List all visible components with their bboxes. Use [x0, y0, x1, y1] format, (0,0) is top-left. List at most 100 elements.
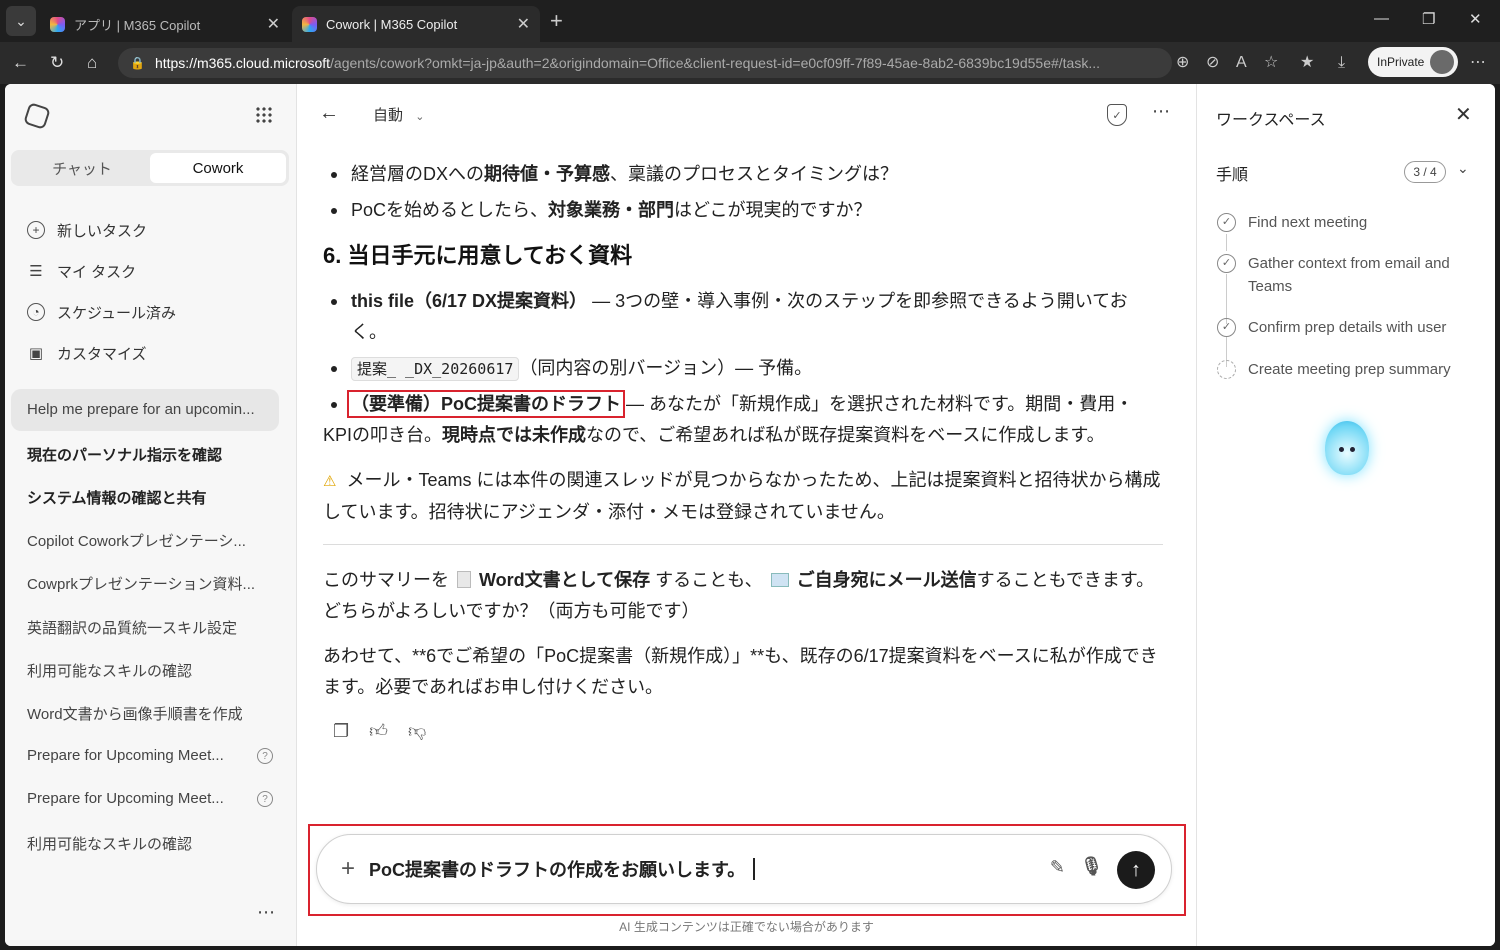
step-label: Gather context from email and Teams — [1248, 255, 1450, 295]
history-item[interactable]: Word文書から画像手順書を作成 — [27, 703, 277, 724]
back-icon[interactable]: ← — [12, 53, 29, 73]
step-item: ✓ Confirm prep details with user — [1217, 316, 1477, 339]
history-item[interactable]: Prepare for Upcoming Meet... ? — [27, 747, 277, 764]
divider — [323, 544, 1163, 545]
steps-heading: 手順 — [1216, 167, 1249, 184]
tab-apps[interactable]: アプリ | M365 Copilot ✕ — [40, 6, 290, 42]
send-email-link[interactable]: ご自身宛にメール送信 — [797, 570, 977, 590]
mascot-eye — [1350, 447, 1355, 452]
shield-check-icon[interactable]: ✓ — [1107, 104, 1127, 126]
thumbs-up-icon[interactable]: 👍︎ — [369, 716, 388, 747]
sidebar-item-label: スケジュール済み — [57, 304, 176, 322]
text: （同内容の別バージョン）— 予備。 — [519, 358, 813, 378]
word-document-icon — [457, 571, 471, 588]
refresh-icon[interactable]: ↻ — [50, 53, 64, 73]
close-tab-icon[interactable]: ✕ — [517, 14, 530, 34]
tracking-prevention-icon[interactable]: ⊘ — [1206, 53, 1219, 73]
list-item: PoCを始めるとしたら、対象業務・部門はどこが現実的ですか？ — [323, 195, 1143, 226]
check-circle-icon: ✓ — [1217, 213, 1236, 232]
highlighted-draft-item: （要準備）PoC提案書のドラフト — [347, 390, 625, 418]
copy-icon[interactable]: ❐ — [333, 716, 349, 747]
rewrite-pen-icon[interactable]: ✎ — [1050, 857, 1065, 878]
warning-text: メール・Teams には本件の関連スレッドが見つからなかったため、上記は提案資料… — [323, 470, 1161, 522]
history-item[interactable]: Copilot Coworkプレゼンテーシ... — [27, 530, 277, 551]
chevron-down-icon[interactable]: ⌄ — [1457, 160, 1469, 177]
favorite-star-icon[interactable]: ☆ — [1264, 53, 1278, 73]
bullet-icon — [331, 299, 337, 305]
list-item: 経営層のDXへの期待値・予算感、稟議のプロセスとタイミングは？ — [323, 159, 1143, 190]
text: PoCを始めるとしたら、 — [351, 200, 549, 220]
thumbs-down-icon[interactable]: 👎︎ — [408, 716, 426, 747]
step-item: Create meeting prep summary — [1217, 358, 1477, 381]
tab-chat[interactable]: チャット — [14, 153, 150, 183]
history-item[interactable]: Help me prepare for an upcomin... — [11, 389, 279, 431]
sidebar-item-label: マイ タスク — [57, 263, 137, 281]
sidebar-item-label: カスタマイズ — [57, 345, 147, 363]
add-attachment-icon[interactable]: + — [341, 855, 355, 883]
text: はどこが現実的ですか？ — [674, 200, 872, 220]
back-arrow-icon[interactable]: ← — [319, 102, 339, 125]
sidebar-item-my-tasks[interactable]: ☰ マイ タスク — [27, 260, 136, 282]
chevron-down-icon: ⌄ — [415, 111, 425, 123]
restore-icon[interactable]: ❐ — [1422, 10, 1435, 28]
text: 経営層のDXへの — [351, 164, 485, 184]
mode-dropdown[interactable]: 自動 ⌄ — [373, 104, 424, 125]
step-label: Create meeting prep summary — [1248, 361, 1451, 378]
check-circle-icon: ✓ — [1217, 254, 1236, 273]
history-item[interactable]: 利用可能なスキルの確認 — [27, 833, 277, 854]
avatar — [1430, 50, 1454, 74]
history-item[interactable]: Cowprkプレゼンテーション資料... — [27, 573, 277, 594]
close-tab-icon[interactable]: ✕ — [267, 14, 280, 34]
copilot-logo-icon[interactable] — [23, 102, 51, 130]
downloads-icon[interactable]: ⤓ — [1338, 53, 1345, 73]
sidebar-item-customize[interactable]: ▣ カスタマイズ — [27, 342, 147, 364]
tab-cowork[interactable]: Cowork | M365 Copilot ✕ — [292, 6, 540, 42]
warning-icon: ⚠ — [323, 473, 337, 490]
new-tab-icon[interactable]: + — [550, 9, 563, 33]
settings-more-icon[interactable]: ⋯ — [1470, 53, 1486, 73]
app-launcher-icon[interactable] — [255, 106, 273, 124]
step-item: ✓ Find next meeting — [1217, 211, 1477, 234]
sidebar-item-scheduled[interactable]: ◔ スケジュール済み — [27, 301, 176, 323]
text: 、稟議のプロセスとタイミングは？ — [610, 164, 899, 184]
microphone-icon[interactable]: 🎙︎ — [1080, 856, 1103, 877]
file-link[interactable]: this file（6/17 DX提案資料） — [351, 291, 587, 311]
chat-main: ← 自動 ⌄ ✓ ⋯ 経営層のDXへの期待値・予算感、稟議のプロセスとタイミング… — [297, 84, 1196, 946]
help-icon: ? — [257, 748, 273, 764]
tab-cowork[interactable]: Cowork — [150, 153, 286, 183]
list-item: （要準備）PoC提案書のドラフト — あなたが「新規作成」を選択された材料です。… — [323, 389, 1143, 420]
history-item[interactable]: 利用可能なスキルの確認 — [27, 660, 277, 681]
text: — 3つの壁・導入事例・次のステップを即参照できるよう開いてお — [587, 291, 1128, 311]
address-bar[interactable]: 🔒 https://m365.cloud.microsoft/agents/co… — [118, 48, 1172, 78]
close-window-icon[interactable]: ✕ — [1469, 10, 1482, 28]
section-heading: 6. 当日手元に用意しておく資料 — [323, 243, 633, 268]
prompt-input-text[interactable]: PoC提案書のドラフトの作成をお願いします。 — [369, 856, 745, 882]
inprivate-badge[interactable]: InPrivate — [1368, 47, 1458, 77]
read-aloud-icon[interactable]: A — [1236, 53, 1247, 73]
prompt-input[interactable]: + PoC提案書のドラフトの作成をお願いします。 ✎ 🎙︎ ↑ — [316, 834, 1172, 904]
mascot-eye — [1339, 447, 1344, 452]
send-button[interactable]: ↑ — [1117, 851, 1155, 889]
close-icon[interactable]: ✕ — [1455, 102, 1472, 127]
zoom-icon[interactable]: ⊕ — [1176, 53, 1189, 73]
email-icon — [770, 573, 789, 587]
history-item[interactable]: 現在のパーソナル指示を確認 — [27, 444, 277, 465]
tab-actions-menu-icon[interactable]: ⌄ — [6, 6, 36, 36]
save-as-word-link[interactable]: Word文書として保存 — [479, 570, 650, 590]
step-item: ✓ Gather context from email and Teams — [1217, 252, 1477, 298]
home-icon[interactable]: ⌂ — [87, 53, 97, 73]
more-options-icon[interactable]: ⋯ — [257, 902, 276, 923]
workspace-panel: ワークスペース ✕ 手順 3 / 4 ⌄ ✓ Find next meeting… — [1196, 84, 1495, 946]
history-item[interactable]: Prepare for Upcoming Meet... ? — [27, 790, 277, 807]
history-item[interactable]: システム情報の確認と共有 — [27, 487, 277, 508]
url-path: /agents/cowork?omkt=ja-jp&auth=2&origind… — [330, 55, 1101, 71]
history-item[interactable]: 英語翻訳の品質統一スキル設定 — [27, 617, 277, 638]
sidebar-item-new-task[interactable]: + 新しいタスク — [27, 219, 147, 241]
mascot-image — [1325, 421, 1369, 475]
favorites-icon[interactable]: ★ — [1300, 53, 1314, 73]
bullet-icon — [331, 172, 337, 178]
paragraph: KPIの叩き台。現時点では未作成なので、ご希望あれば私が既存提案資料をベースに作… — [323, 420, 1168, 451]
minimize-icon[interactable]: — — [1374, 10, 1389, 27]
bullet-icon — [331, 366, 337, 372]
more-options-icon[interactable]: ⋯ — [1152, 101, 1170, 122]
